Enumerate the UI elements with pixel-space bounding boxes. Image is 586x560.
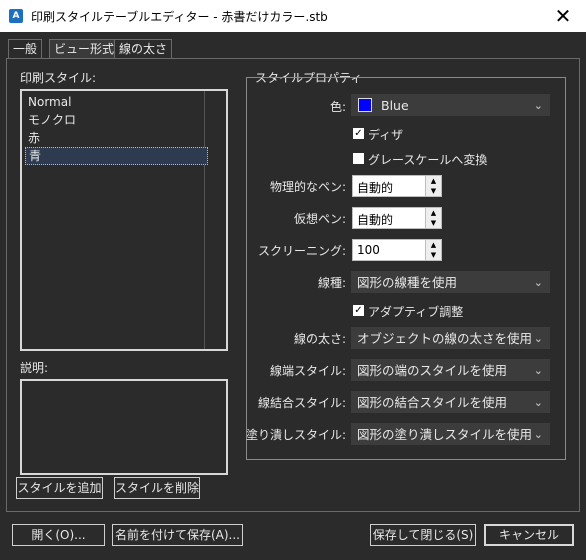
list-item-red[interactable]: 赤	[25, 130, 206, 146]
print-styles-list[interactable]: Normal モノクロ 赤 青	[20, 89, 228, 351]
physical-pen-label: 物理的なペン:	[269, 180, 346, 194]
save-as-button[interactable]: 名前を付けて保存(A)...	[112, 524, 243, 546]
linetype-dropdown[interactable]: 図形の線種を使用 ⌄	[351, 271, 550, 293]
lineweight-dropdown[interactable]: オブジェクトの線の太さを使用 ⌄	[351, 327, 550, 349]
tab-general[interactable]: 一般	[8, 39, 43, 59]
virtual-pen-value: 自動的	[357, 213, 394, 227]
list-item-blue[interactable]: 青	[25, 147, 208, 165]
delete-style-button[interactable]: スタイルを削除	[114, 477, 200, 499]
spin-down-icon[interactable]: ▼	[426, 218, 441, 228]
virtual-pen-stepper[interactable]: 自動的 ▲ ▼	[352, 207, 442, 229]
window-title: 印刷スタイルテーブルエディター - 赤書だけカラー.stb	[31, 10, 328, 24]
add-style-button[interactable]: スタイルを追加	[16, 477, 103, 499]
color-value: Blue	[381, 98, 409, 113]
print-styles-label: 印刷スタイル:	[20, 71, 97, 85]
fill-style-value: 図形の塗り潰しスタイルを使用	[357, 427, 533, 442]
screening-label: スクリーニング:	[257, 244, 346, 258]
title-bar: A 印刷スタイルテーブルエディター - 赤書だけカラー.stb ✕	[0, 0, 586, 32]
color-swatch	[358, 98, 372, 112]
color-label: 色:	[329, 100, 346, 114]
linetype-label: 線種:	[317, 276, 346, 290]
color-dropdown[interactable]: Blue ⌄	[351, 94, 550, 116]
spin-down-icon[interactable]: ▼	[426, 186, 441, 196]
line-end-value: 図形の端のスタイルを使用	[357, 363, 508, 378]
chevron-down-icon: ⌄	[533, 276, 543, 289]
adaptive-checkbox[interactable]: ✓	[353, 305, 364, 316]
list-item-normal[interactable]: Normal	[25, 94, 206, 110]
tab-lineweights[interactable]: 線の太さ	[114, 39, 173, 59]
open-button[interactable]: 開く(O)...	[12, 524, 105, 546]
chevron-down-icon: ⌄	[533, 396, 543, 409]
description-field[interactable]	[20, 379, 228, 475]
line-join-value: 図形の結合スタイルを使用	[357, 395, 508, 410]
description-label: 説明:	[20, 361, 49, 375]
line-end-label: 線端スタイル:	[269, 364, 346, 378]
fill-style-dropdown[interactable]: 図形の塗り潰しスタイルを使用 ⌄	[351, 423, 550, 445]
dither-label: ディザ	[368, 128, 404, 142]
grayscale-checkbox[interactable]	[353, 153, 364, 164]
screening-stepper[interactable]: 100 ▲ ▼	[352, 239, 442, 261]
line-join-dropdown[interactable]: 図形の結合スタイルを使用 ⌄	[351, 391, 550, 413]
grayscale-label: グレースケールへ変換	[368, 153, 488, 167]
physical-pen-value: 自動的	[357, 181, 394, 195]
chevron-down-icon: ⌄	[533, 364, 543, 377]
close-icon[interactable]: ✕	[540, 0, 586, 32]
tab-view-format[interactable]: ビュー形式	[49, 39, 120, 59]
list-item-monochrome[interactable]: モノクロ	[25, 112, 206, 128]
chevron-down-icon: ⌄	[533, 428, 543, 441]
linetype-value: 図形の線種を使用	[357, 275, 458, 290]
line-end-dropdown[interactable]: 図形の端のスタイルを使用 ⌄	[351, 359, 550, 381]
adaptive-label: アダプティブ調整	[368, 305, 464, 319]
lineweight-value: オブジェクトの線の太さを使用	[357, 331, 533, 346]
physical-pen-stepper[interactable]: 自動的 ▲ ▼	[352, 175, 442, 197]
virtual-pen-label: 仮想ペン:	[293, 212, 346, 226]
save-and-close-button[interactable]: 保存して閉じる(S)	[370, 524, 476, 546]
cancel-button[interactable]: キャンセル	[484, 524, 574, 546]
spin-down-icon[interactable]: ▼	[426, 250, 441, 260]
dither-checkbox[interactable]: ✓	[353, 128, 364, 139]
chevron-down-icon: ⌄	[533, 332, 543, 345]
fill-style-label: 塗り潰しスタイル:	[245, 428, 346, 442]
screening-value: 100	[357, 243, 380, 257]
dialog-body: 一般 ビュー形式 線の太さ 印刷スタイル: Normal モノクロ 赤 青 説明…	[0, 32, 586, 560]
chevron-down-icon: ⌄	[533, 99, 543, 112]
lineweight-label: 線の太さ:	[293, 332, 346, 346]
line-join-label: 線結合スタイル:	[257, 396, 346, 410]
autocad-a-icon: A	[9, 9, 23, 23]
